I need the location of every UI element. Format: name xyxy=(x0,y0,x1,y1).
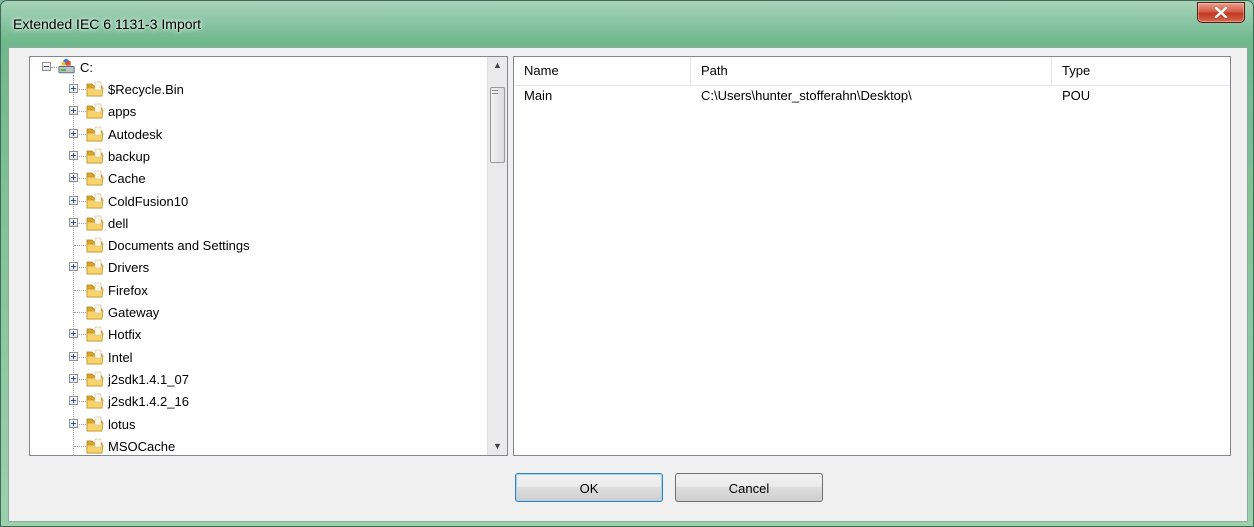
column-header-path[interactable]: Path xyxy=(691,57,1052,85)
folder-icon xyxy=(86,282,104,298)
tree-connector xyxy=(74,445,86,447)
list-header: Name Path Type xyxy=(514,57,1230,86)
title-bar: Extended IEC 6 1131-3 Import xyxy=(1,1,1253,47)
list-row[interactable]: Main C:\Users\hunter_stofferahn\Desktop\… xyxy=(514,85,1230,107)
tree-item-label: backup xyxy=(108,148,150,164)
collapse-toggle[interactable] xyxy=(42,62,51,71)
tree-item-label: apps xyxy=(108,104,137,120)
tree-item[interactable]: Firefox xyxy=(30,280,488,302)
scrollbar-grip xyxy=(492,90,498,96)
folder-icon xyxy=(86,326,104,342)
tree-item[interactable]: Gateway xyxy=(30,302,488,324)
tree-item-label: Documents and Settings xyxy=(108,238,250,254)
tree-connector xyxy=(74,245,86,247)
tree-item-label: dell xyxy=(108,215,129,231)
tree-item[interactable]: $Recycle.Bin xyxy=(30,79,488,101)
tree-item[interactable]: dell xyxy=(30,213,488,235)
folder-icon xyxy=(86,416,104,431)
tree-item-label: Drivers xyxy=(108,260,150,276)
tree-item-label: $Recycle.Bin xyxy=(108,82,184,97)
tree-item-label: Intel xyxy=(108,349,133,365)
row-type-cell: POU xyxy=(1062,88,1091,103)
row-name-cell: Main xyxy=(524,88,553,103)
folder-icon xyxy=(86,81,104,97)
scrollbar-thumb[interactable] xyxy=(490,87,505,163)
folder-icon xyxy=(86,371,104,387)
expand-toggle[interactable] xyxy=(69,217,78,227)
scroll-up-arrow-icon[interactable]: ▲ xyxy=(488,57,507,74)
expand-toggle[interactable] xyxy=(69,373,78,383)
dialog-client-area: C: $Recycle.Bin apps Autodesk backup Cache Co… xyxy=(8,47,1248,522)
folder-tree[interactable]: C: $Recycle.Bin apps Autodesk backup Cache Co… xyxy=(30,57,488,455)
tree-root-label: C: xyxy=(80,60,93,75)
tree-item[interactable]: Cache xyxy=(30,168,488,190)
tree-item-label: lotus xyxy=(108,416,136,432)
row-path-cell: C:\Users\hunter_stofferahn\Desktop\ xyxy=(701,88,912,103)
close-icon xyxy=(1214,7,1228,18)
close-button[interactable] xyxy=(1197,2,1245,23)
expand-toggle[interactable] xyxy=(69,128,78,138)
tree-item[interactable]: apps xyxy=(30,101,488,123)
folder-icon xyxy=(86,126,104,141)
tree-item[interactable]: j2sdk1.4.1_07 xyxy=(30,369,488,391)
tree-item[interactable]: Intel xyxy=(30,347,488,369)
folder-icon xyxy=(86,237,104,253)
expand-toggle[interactable] xyxy=(69,262,78,272)
folder-icon xyxy=(86,148,104,164)
cancel-button[interactable]: Cancel xyxy=(675,473,823,502)
column-header-type[interactable]: Type xyxy=(1052,57,1230,85)
folder-icon xyxy=(86,215,104,231)
tree-item[interactable]: lotus xyxy=(30,414,488,436)
column-header-name[interactable]: Name xyxy=(514,57,691,85)
folder-icon xyxy=(86,193,104,208)
tree-item[interactable]: Documents and Settings xyxy=(30,235,488,257)
tree-item[interactable]: MSOCache xyxy=(30,436,488,455)
expand-toggle[interactable] xyxy=(69,150,78,160)
tree-connector xyxy=(51,67,57,68)
tree-item[interactable]: ColdFusion10 xyxy=(30,191,488,213)
tree-item-label: j2sdk1.4.2_16 xyxy=(108,394,189,410)
expand-toggle[interactable] xyxy=(69,418,78,428)
ok-button[interactable]: OK xyxy=(515,473,663,502)
expand-toggle[interactable] xyxy=(69,106,78,116)
tree-connector xyxy=(74,289,86,291)
import-items-list[interactable]: Name Path Type Main C:\Users\hunter_stof… xyxy=(513,56,1231,456)
tree-item[interactable]: backup xyxy=(30,146,488,168)
expand-toggle[interactable] xyxy=(69,173,78,183)
folder-icon xyxy=(86,103,104,119)
tree-item[interactable]: Drivers xyxy=(30,257,488,279)
tree-item-label: Hotfix xyxy=(108,327,142,343)
tree-item[interactable]: Hotfix xyxy=(30,324,488,346)
tree-item-label: Cache xyxy=(108,171,146,187)
folder-icon xyxy=(86,260,104,275)
import-dialog: Extended IEC 6 1131-3 Import C: $Recycle… xyxy=(0,0,1254,527)
expand-toggle[interactable] xyxy=(69,329,78,339)
expand-toggle[interactable] xyxy=(69,84,78,93)
tree-root-drive[interactable]: C: xyxy=(30,57,488,79)
folder-icon xyxy=(86,304,104,320)
tree-item[interactable]: j2sdk1.4.2_16 xyxy=(30,391,488,413)
window-title: Extended IEC 6 1131-3 Import xyxy=(13,16,202,32)
expand-toggle[interactable] xyxy=(69,351,78,361)
drive-icon xyxy=(58,58,75,74)
tree-item-label: Gateway xyxy=(108,305,160,320)
folder-icon xyxy=(86,349,104,364)
expand-toggle[interactable] xyxy=(69,396,78,406)
expand-toggle[interactable] xyxy=(69,195,78,205)
folder-tree-panel: C: $Recycle.Bin apps Autodesk backup Cache Co… xyxy=(29,56,508,456)
tree-item-label: MSOCache xyxy=(108,438,176,454)
folder-icon xyxy=(86,438,104,454)
scroll-down-arrow-icon[interactable]: ▼ xyxy=(488,438,507,455)
tree-item-label: j2sdk1.4.1_07 xyxy=(108,371,189,387)
tree-item[interactable]: Autodesk xyxy=(30,124,488,146)
tree-item-label: ColdFusion10 xyxy=(108,193,189,209)
tree-item-label: Autodesk xyxy=(108,126,163,142)
tree-item-label: Firefox xyxy=(108,282,148,298)
tree-connector xyxy=(74,312,86,313)
folder-icon xyxy=(86,170,104,186)
tree-vertical-scrollbar[interactable]: ▲ ▼ xyxy=(487,57,507,455)
folder-icon xyxy=(86,393,104,409)
